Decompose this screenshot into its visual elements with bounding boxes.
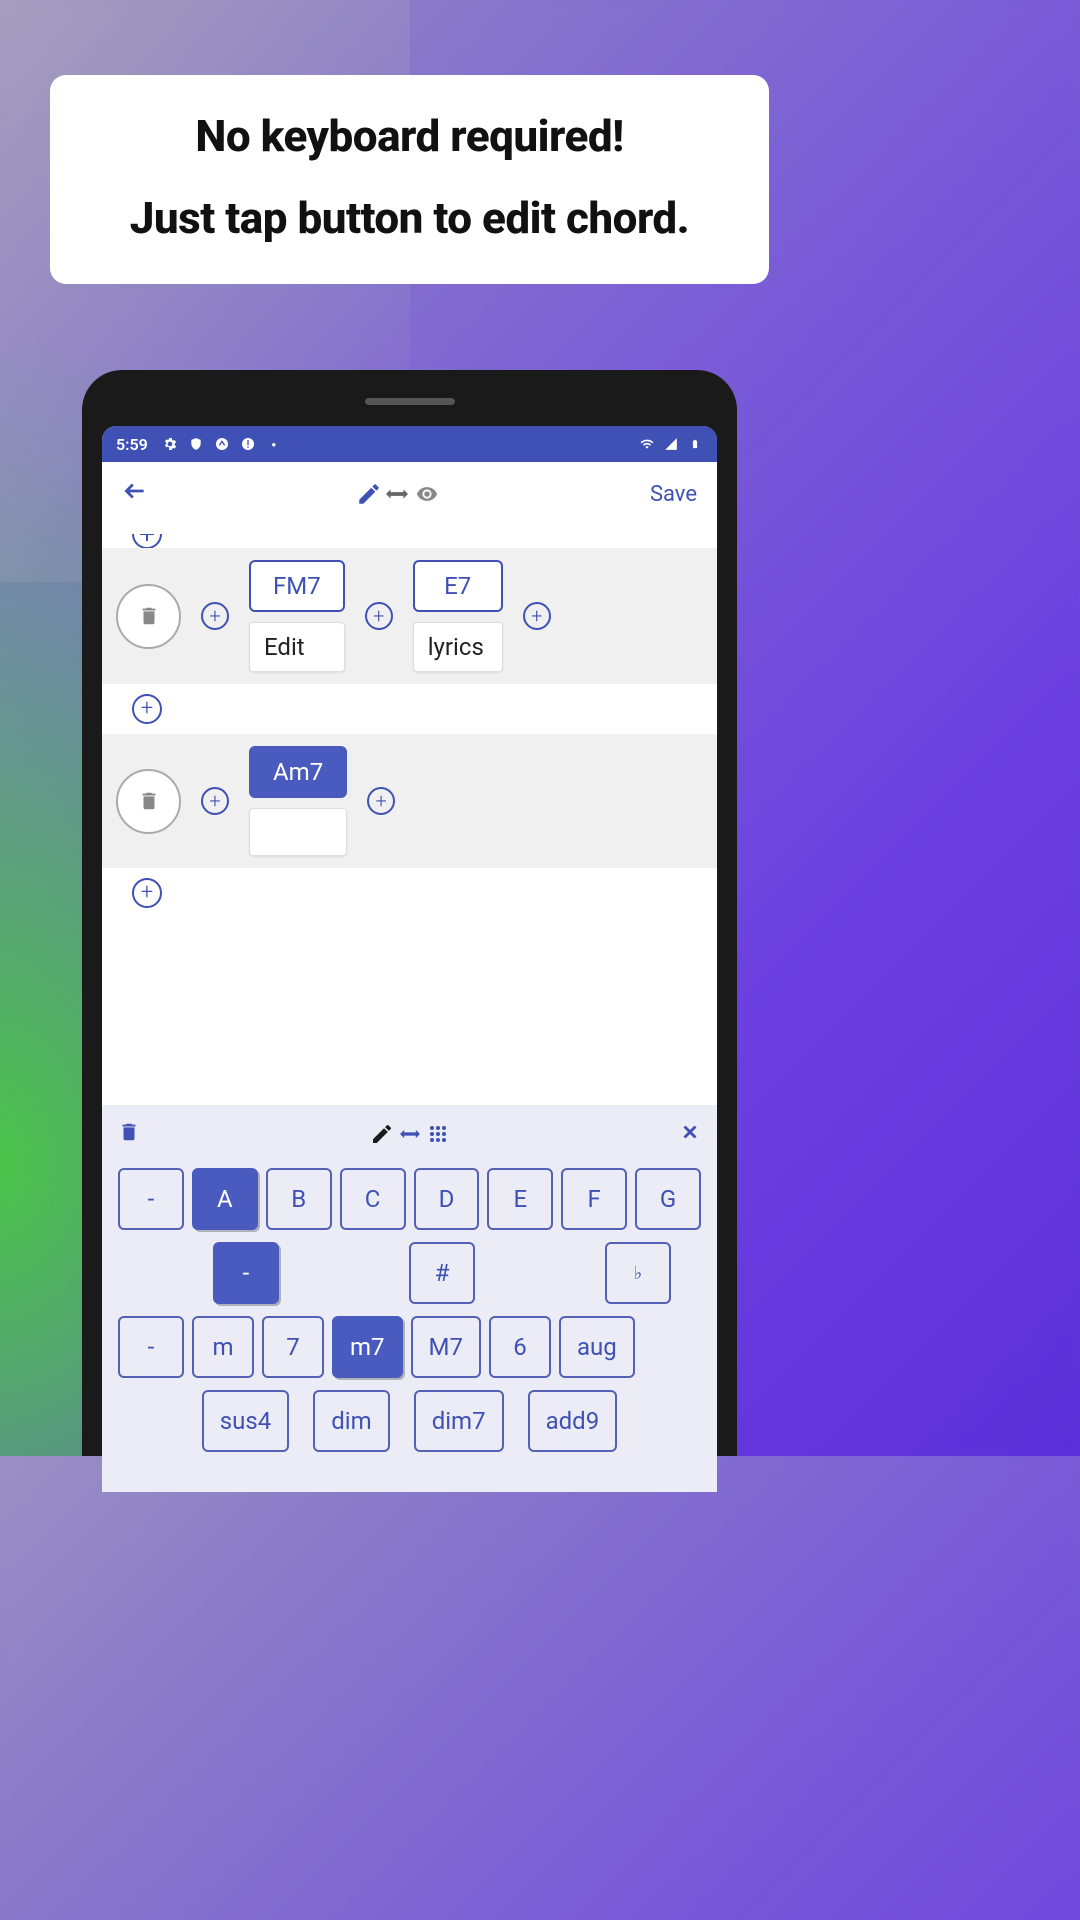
gear-icon — [162, 436, 178, 452]
save-button[interactable]: Save — [650, 482, 697, 507]
key-7[interactable]: 7 — [262, 1316, 324, 1378]
key-aug[interactable]: aug — [559, 1316, 635, 1378]
plus-circle-partial-icon[interactable] — [132, 534, 162, 548]
status-bar: 5:59 ● — [102, 426, 717, 462]
keyboard-close-button[interactable] — [679, 1117, 701, 1150]
wifi-icon — [639, 436, 655, 452]
eye-icon — [412, 483, 442, 505]
key-d[interactable]: D — [414, 1168, 480, 1230]
key-c[interactable]: C — [340, 1168, 406, 1230]
pencil-icon — [356, 481, 382, 507]
alert-icon — [240, 436, 256, 452]
promo-callout: No keyboard required! Just tap button to… — [50, 75, 769, 284]
circle-a-icon — [214, 436, 230, 452]
keyboard-toolbar — [118, 1117, 701, 1150]
add-row: + — [102, 684, 717, 734]
status-icons-right — [639, 436, 703, 452]
keyboard-delete-button[interactable] — [118, 1118, 140, 1150]
lyric-input[interactable] — [249, 808, 347, 856]
key-dash[interactable]: - — [118, 1316, 184, 1378]
key-sus4[interactable]: sus4 — [202, 1390, 290, 1452]
chord-editor-content: + FM7 Edit + E7 lyrics + + — [102, 526, 717, 1105]
key-dim7[interactable]: dim7 — [414, 1390, 504, 1452]
device-frame: 5:59 ● Save — [82, 370, 737, 1456]
keyboard-row-accidentals: - # ♭ — [118, 1242, 701, 1304]
signal-icon — [663, 436, 679, 452]
keyboard-row-qualities-1: - m 7 m7 M7 6 aug — [118, 1316, 701, 1378]
chord-chip[interactable]: FM7 — [249, 560, 345, 612]
add-cell-button[interactable]: + — [367, 787, 395, 815]
swap-icon — [386, 488, 408, 500]
dot-icon: ● — [266, 436, 282, 452]
swap-icon — [400, 1129, 420, 1139]
add-row-partial-top — [102, 526, 717, 548]
chord-cell: FM7 Edit — [249, 560, 345, 672]
key-flat[interactable]: ♭ — [605, 1242, 671, 1304]
keyboard-row-roots: - A B C D E F G — [118, 1168, 701, 1230]
status-time: 5:59 — [116, 435, 148, 454]
callout-line-2: Just tap button to edit chord. — [70, 192, 749, 244]
pencil-icon — [370, 1122, 394, 1146]
key-add9[interactable]: add9 — [528, 1390, 618, 1452]
add-cell-button[interactable]: + — [523, 602, 551, 630]
app-bar: Save — [102, 462, 717, 526]
key-dash[interactable]: - — [118, 1168, 184, 1230]
key-m7[interactable]: m7 — [332, 1316, 403, 1378]
chord-chip[interactable]: E7 — [413, 560, 503, 612]
device-speaker — [365, 398, 455, 405]
chord-cell: Am7 — [249, 746, 347, 856]
key-g[interactable]: G — [635, 1168, 701, 1230]
add-row: + — [102, 868, 717, 918]
key-b[interactable]: B — [266, 1168, 332, 1230]
grid-icon — [426, 1122, 450, 1146]
status-icons-left: ● — [162, 436, 282, 452]
lyric-input[interactable]: lyrics — [413, 622, 503, 672]
add-row-button[interactable]: + — [132, 878, 162, 908]
delete-row-button[interactable] — [116, 584, 181, 649]
back-button[interactable] — [122, 477, 148, 512]
lyric-input[interactable]: Edit — [249, 622, 345, 672]
app-screen: 5:59 ● Save — [102, 426, 717, 1492]
keyboard-mode-toggle[interactable] — [370, 1122, 450, 1146]
key-maj7[interactable]: M7 — [411, 1316, 481, 1378]
callout-line-1: No keyboard required! — [70, 110, 749, 162]
shield-icon — [188, 436, 204, 452]
chord-chip-selected[interactable]: Am7 — [249, 746, 347, 798]
keyboard-row-qualities-2: sus4 dim dim7 add9 — [118, 1390, 701, 1452]
add-cell-button[interactable]: + — [201, 602, 229, 630]
chord-cell: E7 lyrics — [413, 560, 503, 672]
key-sharp[interactable]: # — [409, 1242, 475, 1304]
delete-row-button[interactable] — [116, 769, 181, 834]
add-cell-button[interactable]: + — [365, 602, 393, 630]
key-dim[interactable]: dim — [313, 1390, 389, 1452]
key-e[interactable]: E — [487, 1168, 553, 1230]
key-6[interactable]: 6 — [489, 1316, 551, 1378]
chord-row: + FM7 Edit + E7 lyrics + — [102, 548, 717, 684]
key-minor[interactable]: m — [192, 1316, 254, 1378]
add-row-button[interactable]: + — [132, 694, 162, 724]
chord-keyboard-panel: - A B C D E F G - # ♭ - m 7 m7 M — [102, 1105, 717, 1492]
battery-icon — [687, 436, 703, 452]
edit-preview-toggle[interactable] — [356, 481, 442, 507]
chord-row: + Am7 + — [102, 734, 717, 868]
add-cell-button[interactable]: + — [201, 787, 229, 815]
key-natural[interactable]: - — [213, 1242, 279, 1304]
key-f[interactable]: F — [561, 1168, 627, 1230]
key-a[interactable]: A — [192, 1168, 258, 1230]
